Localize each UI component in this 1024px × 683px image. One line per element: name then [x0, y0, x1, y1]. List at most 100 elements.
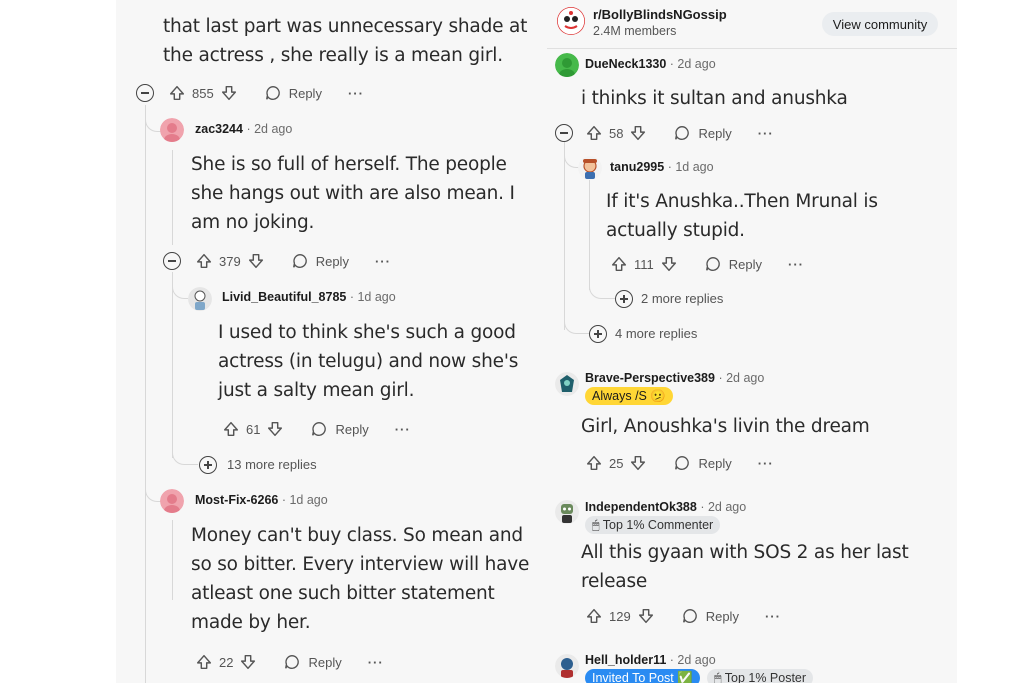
- timestamp: · 2d ago: [718, 371, 765, 385]
- reply-button[interactable]: Reply: [283, 653, 342, 671]
- comment-text-line: release: [581, 571, 648, 592]
- more-options-button[interactable]: ···: [375, 254, 391, 269]
- subreddit-name[interactable]: r/BollyBlindsNGossip: [593, 7, 727, 22]
- reply-button[interactable]: Reply: [704, 255, 762, 273]
- reply-button[interactable]: Reply: [264, 84, 322, 102]
- comment-text-line: just a salty mean girl.: [218, 380, 415, 401]
- downvote-icon[interactable]: [637, 607, 655, 625]
- upvote-icon[interactable]: [195, 653, 213, 671]
- comment-text-line: actually stupid.: [606, 220, 745, 241]
- comment-text-line: Money can't buy class. So mean and: [191, 525, 523, 546]
- comment-text-line: that last part was unnecessary shade at: [163, 16, 528, 37]
- avatar[interactable]: [160, 118, 184, 142]
- thread-line[interactable]: [172, 272, 173, 458]
- more-replies-link[interactable]: 2 more replies: [641, 291, 723, 306]
- subreddit-link[interactable]: r/BollyBlindsNGossip: [593, 7, 727, 22]
- upvote-icon[interactable]: [195, 252, 213, 270]
- upvote-icon[interactable]: [222, 420, 240, 438]
- comment-text-line: so so bitter. Every interview will have: [191, 554, 530, 575]
- upvote-icon[interactable]: [168, 84, 186, 102]
- collapse-thread-button[interactable]: [555, 124, 573, 142]
- comment-bubble-icon: [285, 655, 300, 669]
- username-link[interactable]: Brave-Perspective389: [585, 371, 715, 385]
- downvote-icon[interactable]: [660, 255, 678, 273]
- username-link[interactable]: DueNeck1330: [585, 57, 666, 71]
- divider: [547, 48, 957, 49]
- comment-actions: 25 Reply ···: [585, 452, 774, 474]
- username-link[interactable]: Livid_Beautiful_8785: [222, 290, 346, 304]
- downvote-icon[interactable]: [629, 454, 647, 472]
- expand-replies-icon[interactable]: [615, 290, 633, 308]
- reply-label: Reply: [335, 421, 369, 437]
- thread-line[interactable]: [145, 105, 146, 683]
- reply-label: Reply: [705, 608, 739, 624]
- upvote-icon[interactable]: [585, 454, 603, 472]
- avatar[interactable]: [160, 489, 184, 513]
- more-options-button[interactable]: ···: [765, 609, 781, 624]
- reply-button[interactable]: Reply: [291, 252, 349, 270]
- downvote-icon[interactable]: [629, 124, 647, 142]
- avatar[interactable]: [555, 500, 579, 524]
- right-comment-panel: r/BollyBlindsNGossip 2.4M members View c…: [547, 0, 957, 683]
- comment-meta: Hell_holder11 · 2d ago: [585, 653, 716, 667]
- comment-bubble-icon: [292, 254, 307, 268]
- comment-body: Girl, Anoushka's livin the dream: [581, 412, 870, 441]
- collapse-thread-button[interactable]: [136, 84, 154, 102]
- collapse-thread-button[interactable]: [163, 252, 181, 270]
- subreddit-icon[interactable]: [557, 7, 585, 35]
- more-options-button[interactable]: ···: [788, 257, 804, 272]
- more-replies-link[interactable]: 13 more replies: [227, 457, 317, 472]
- comment-text-line: All this gyaan with SOS 2 as her last: [581, 542, 909, 563]
- comment-text-line: the actress , she really is a mean girl.: [163, 45, 503, 66]
- comment-text-line: am no joking.: [191, 212, 315, 233]
- reply-button[interactable]: Reply: [681, 607, 739, 625]
- more-options-button[interactable]: ···: [758, 126, 774, 141]
- thread-line[interactable]: [589, 180, 590, 290]
- more-options-button[interactable]: ···: [758, 456, 774, 471]
- downvote-icon[interactable]: [266, 420, 284, 438]
- member-count: 2.4M members: [593, 24, 677, 38]
- thread-line[interactable]: [172, 520, 173, 600]
- avatar[interactable]: [578, 156, 602, 180]
- upvote-icon[interactable]: [585, 607, 603, 625]
- vote-score: 58: [609, 125, 624, 141]
- reply-button[interactable]: Reply: [310, 420, 369, 438]
- more-options-button[interactable]: ···: [348, 86, 364, 101]
- timestamp: · 2d ago: [700, 500, 747, 514]
- username-link[interactable]: Most-Fix-6266: [195, 493, 278, 507]
- comment-text-line: atleast one such bitter statement: [191, 583, 495, 604]
- avatar[interactable]: [555, 654, 579, 678]
- view-community-button[interactable]: View community: [822, 12, 938, 36]
- username-link[interactable]: tanu2995: [610, 160, 664, 174]
- comment-actions: 379 Reply ···: [195, 250, 391, 272]
- more-options-button[interactable]: ···: [368, 655, 384, 670]
- more-options-button[interactable]: ···: [395, 422, 411, 437]
- comment-actions: 111 Reply ···: [610, 253, 804, 275]
- vote-score: 61: [246, 421, 261, 437]
- reply-button[interactable]: Reply: [673, 124, 732, 142]
- upvote-icon[interactable]: [585, 124, 603, 142]
- comment-meta: DueNeck1330 · 2d ago: [585, 57, 716, 71]
- avatar[interactable]: [555, 372, 579, 396]
- thread-line[interactable]: [564, 140, 565, 330]
- vote-score: 855: [192, 85, 214, 101]
- username-link[interactable]: Hell_holder11: [585, 653, 666, 667]
- reply-button[interactable]: Reply: [673, 454, 732, 472]
- avatar[interactable]: [188, 287, 212, 311]
- downvote-icon[interactable]: [239, 653, 257, 671]
- downvote-icon[interactable]: [220, 84, 238, 102]
- user-flair: 🖱 Top 1% Commenter: [585, 516, 721, 534]
- upvote-icon[interactable]: [610, 255, 628, 273]
- comment-meta: Brave-Perspective389 · 2d ago: [585, 371, 764, 385]
- vote-score: 111: [634, 256, 654, 272]
- thread-line[interactable]: [172, 150, 173, 245]
- timestamp: · 1d ago: [667, 160, 714, 174]
- more-replies-link[interactable]: 4 more replies: [615, 326, 697, 341]
- comment-body: I used to think she's such a good actres…: [218, 318, 518, 405]
- expand-replies-icon[interactable]: [589, 325, 607, 343]
- downvote-icon[interactable]: [247, 252, 265, 270]
- username-link[interactable]: IndependentOk388: [585, 500, 697, 514]
- username-link[interactable]: zac3244: [195, 122, 243, 136]
- avatar[interactable]: [555, 53, 579, 77]
- expand-replies-icon[interactable]: [199, 456, 217, 474]
